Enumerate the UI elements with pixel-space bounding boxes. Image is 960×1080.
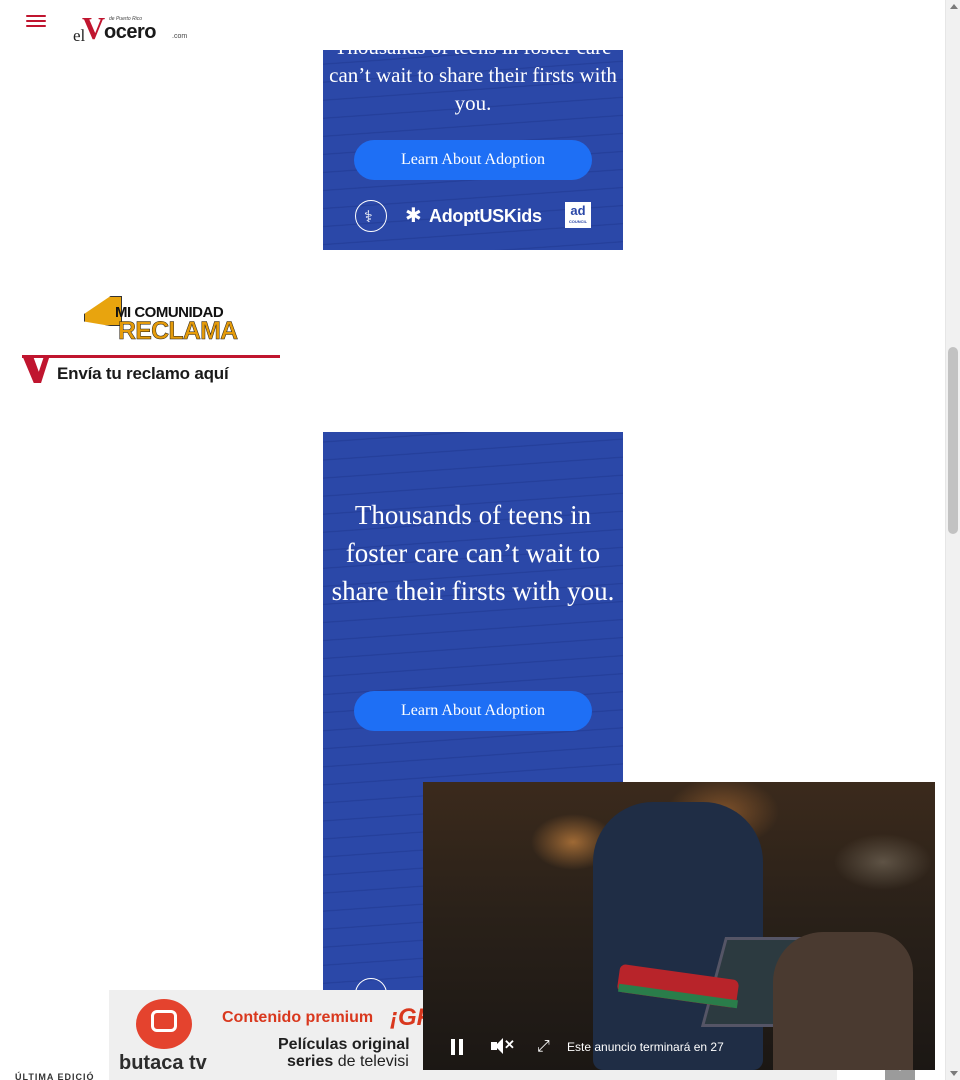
ad-sponsor-logos: ⚕ ✱ AdoptUSKids ad COUNCIL [355,200,595,232]
speaker-icon [495,1038,503,1054]
adoptuskids-logo: AdoptUSKids [429,206,542,226]
fullscreen-icon: ⤢ [537,1038,550,1055]
unmute-button[interactable]: ✕ [487,1033,515,1061]
video-controls: ✕ ⤢ Este anuncio terminará en 27 [423,1024,935,1070]
learn-about-adoption-button[interactable]: Learn About Adoption [354,140,592,180]
site-header: el V de Puerto Rico ocero .com [0,0,945,50]
scroll-up-arrow-icon[interactable] [950,4,958,9]
fullscreen-button[interactable]: ⤢ [531,1033,559,1061]
page: el V de Puerto Rico ocero .com Thousands… [0,0,960,1080]
page-scrollbar[interactable] [945,0,960,1080]
menu-line-icon [26,20,46,22]
logo-suffix: .com [172,33,188,40]
video-ad-player[interactable]: ✕ ⤢ Este anuncio terminará en 27 [423,782,935,1070]
ad-council-sub: COUNCIL [568,219,588,224]
logo-initial: V [82,10,106,46]
pause-icon [451,1039,455,1055]
hhs-seal-icon: ⚕ [355,200,387,232]
butaca-line2: series de televisi [287,1053,409,1071]
butaca-line2-bold: series [287,1053,334,1070]
menu-line-icon [26,15,46,17]
site-logo[interactable]: el V de Puerto Rico ocero .com [72,12,190,46]
scroll-down-arrow-icon[interactable] [950,1071,958,1076]
butaca-headline: Contenido premium [222,1009,374,1026]
ad-countdown-text: Este anuncio terminará en 27 [567,1040,724,1054]
mi-comunidad-reclama-banner[interactable]: MI COMUNIDAD RECLAMA Envía tu reclamo aq… [22,293,282,393]
reclama-divider [22,355,280,358]
menu-line-icon [26,25,46,27]
logo-word: ocero [104,21,156,43]
butaca-line1: Películas original [278,1036,410,1053]
ad-council-mark: ad [570,203,586,218]
pause-button[interactable] [443,1033,471,1061]
armchair-icon [151,1010,177,1032]
footer-section-label: ÚLTIMA EDICIÓ [15,1072,95,1080]
ad-council-logo: ad COUNCIL [565,202,591,228]
pause-icon [459,1039,463,1055]
vocero-v-icon [22,355,50,383]
mute-x-icon: ✕ [504,1037,515,1052]
ad-headline: Thousands of teens in foster care can’t … [331,500,615,606]
butaca-brand: butaca tv [119,1052,207,1074]
scrollbar-thumb[interactable] [948,347,958,534]
learn-about-adoption-button[interactable]: Learn About Adoption [354,691,592,731]
reclama-line2: RECLAMA [118,317,239,346]
hamburger-menu-button[interactable] [26,14,48,30]
butaca-line2-rest: de televisi [333,1053,409,1070]
envia-reclamo-link[interactable]: Envía tu reclamo aquí [57,364,229,384]
adoptuskids-figure-icon: ✱ [405,205,422,227]
